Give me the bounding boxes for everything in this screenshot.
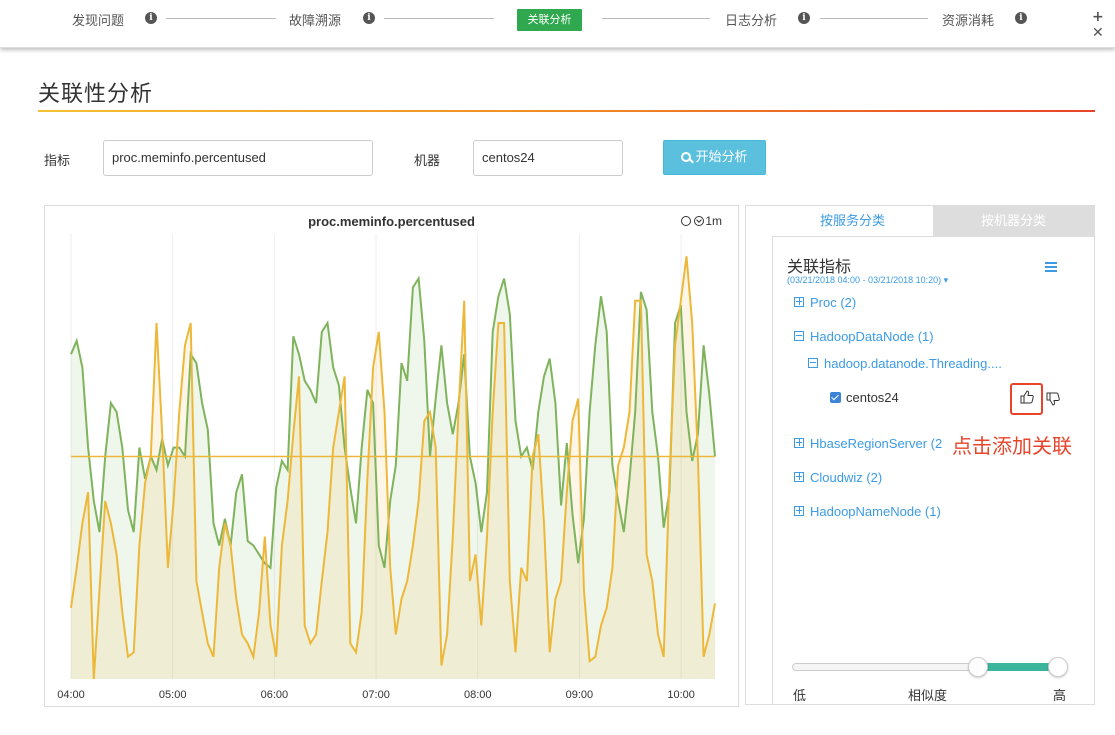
- metric-input[interactable]: proc.meminfo.percentused: [103, 140, 373, 176]
- checkbox[interactable]: [830, 392, 841, 403]
- info-icon[interactable]: i: [145, 12, 157, 24]
- step-discover[interactable]: 发现问题: [72, 10, 124, 29]
- info-icon[interactable]: i: [363, 12, 375, 24]
- title-divider: [38, 110, 1095, 112]
- step-trace[interactable]: 故障溯源: [289, 10, 341, 29]
- menu-icon[interactable]: [1045, 262, 1057, 272]
- annotation-text: 点击添加关联: [952, 434, 1072, 458]
- tree-node-hbase[interactable]: HbaseRegionServer (2: [794, 436, 942, 451]
- chart-title: proc.meminfo.percentused: [308, 214, 475, 229]
- machine-input[interactable]: centos24: [473, 140, 623, 176]
- tree-node-hadoop-datanode[interactable]: HadoopDataNode (1): [794, 329, 934, 344]
- step-resource[interactable]: 资源消耗: [942, 10, 994, 29]
- tab-bar: 按服务分类 按机器分类: [772, 206, 1094, 237]
- add-icon[interactable]: + ✕: [1092, 9, 1115, 41]
- step-correlation-active[interactable]: 关联分析: [517, 9, 582, 31]
- step-connector: [602, 18, 710, 19]
- tree-node-hadoop-namenode[interactable]: HadoopNameNode (1): [794, 504, 941, 519]
- chart-panel: 04:00 05:00 06:00 07:00 08:00 09:00 10:00 proc…: [44, 205, 739, 707]
- step-bar: 发现问题 i 故障溯源 i 关联分析 日志分析 i 资源消耗 i + ✕: [0, 0, 1115, 48]
- metric-label: 指标: [44, 154, 71, 169]
- slider-low-label: 低: [793, 689, 807, 704]
- expand-icon[interactable]: [794, 506, 804, 516]
- expand-icon[interactable]: [794, 438, 804, 448]
- step-connector: [820, 18, 928, 19]
- x-tick-label: 10:00: [667, 689, 695, 701]
- tab-by-machine[interactable]: 按机器分类: [933, 206, 1094, 237]
- collapse-icon[interactable]: [808, 358, 818, 368]
- slider-handle-high[interactable]: [1048, 657, 1068, 677]
- chart-tools: 1m: [681, 214, 722, 228]
- time-window: 1m: [705, 214, 722, 228]
- time-range-dropdown[interactable]: (03/21/2018 04:00 - 03/21/2018 10:20) ▾: [787, 275, 948, 286]
- x-tick-label: 09:00: [566, 689, 594, 701]
- start-analysis-button[interactable]: 开始分析: [663, 140, 766, 175]
- machine-label: 机器: [414, 154, 441, 169]
- slider-mid-label: 相似度: [908, 689, 948, 704]
- step-log[interactable]: 日志分析: [725, 10, 777, 29]
- tree-leaf-centos24: centos24: [830, 390, 899, 405]
- related-title: 关联指标: [787, 257, 852, 276]
- line-chart[interactable]: 04:00 05:00 06:00 07:00 08:00 09:00 10:00: [45, 206, 740, 708]
- x-tick-label: 07:00: [362, 689, 390, 701]
- info-icon[interactable]: i: [1015, 12, 1027, 24]
- collapse-icon[interactable]: [794, 331, 804, 341]
- thumbs-down-icon[interactable]: [1046, 392, 1060, 410]
- download-icon[interactable]: [694, 216, 705, 226]
- slider-high-label: 高: [1053, 689, 1067, 704]
- tree-node-threading[interactable]: hadoop.datanode.Threading....: [808, 356, 1002, 371]
- x-tick-label: 06:00: [261, 689, 289, 701]
- x-tick-label: 08:00: [464, 689, 492, 701]
- step-connector: [166, 18, 276, 19]
- step-connector: [384, 18, 494, 19]
- x-tick-label: 05:00: [159, 689, 187, 701]
- tab-by-service[interactable]: 按服务分类: [772, 206, 933, 237]
- info-icon[interactable]: i: [798, 12, 810, 24]
- clock-icon[interactable]: [681, 216, 692, 226]
- tree-node-proc[interactable]: Proc (2): [794, 295, 856, 310]
- expand-icon[interactable]: [794, 472, 804, 482]
- thumbs-up-icon[interactable]: [1020, 390, 1034, 408]
- x-tick-label: 04:00: [57, 689, 85, 701]
- search-icon: [681, 152, 692, 162]
- expand-icon[interactable]: [794, 297, 804, 307]
- slider-range: [978, 663, 1058, 671]
- tree-node-cloudwiz[interactable]: Cloudwiz (2): [794, 470, 882, 485]
- page-title: 关联性分析: [38, 82, 154, 107]
